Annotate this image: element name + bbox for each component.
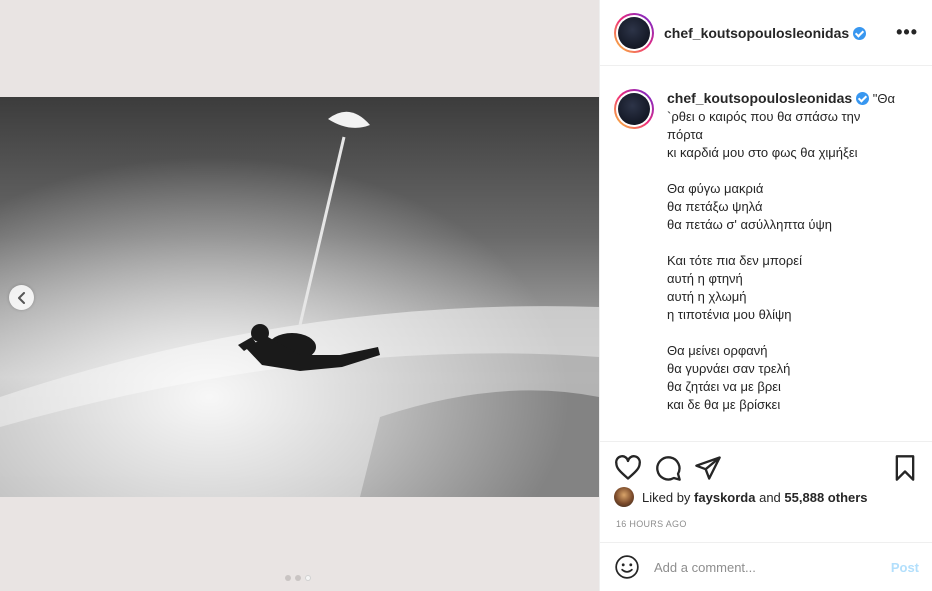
caption-line: θα ζητάει να με βρει	[667, 379, 781, 394]
caption-line: chef_koutsopoulosleonidas "Θα	[667, 90, 896, 106]
caption-line	[667, 324, 912, 342]
comment-icon[interactable]	[654, 454, 682, 482]
verified-badge-icon	[853, 26, 867, 40]
caption-line: αυτή η φτηνή	[667, 271, 743, 286]
previous-slide-button[interactable]	[9, 285, 34, 310]
smiley-icon[interactable]	[614, 554, 640, 580]
caption-line: κι καρδιά μου στο φως θα χιμήξει	[667, 145, 858, 160]
author-username-link[interactable]: chef_koutsopoulosleonidas	[664, 24, 867, 41]
caption-line: η τιποτένια μου θλίψη	[667, 307, 792, 322]
liker-username-link[interactable]: fayskorda	[694, 490, 755, 505]
caption-line: πόρτα	[667, 127, 703, 142]
caption-line: `ρθει ο καιρός που θα σπάσω την	[667, 109, 861, 124]
author-username: chef_koutsopoulosleonidas	[664, 24, 850, 41]
caption-line: θα γυρνάει σαν τρελή	[667, 361, 791, 376]
caption-section: chef_koutsopoulosleonidas "Θα `ρθει ο κα…	[600, 67, 932, 440]
avatar-image	[618, 93, 650, 125]
likes-count-link[interactable]: 55,888 others	[784, 490, 867, 505]
caption-line	[667, 234, 912, 252]
caption-line	[667, 162, 912, 180]
carousel-dot	[295, 575, 301, 581]
caption-author-avatar[interactable]	[614, 89, 654, 129]
post-side-panel: chef_koutsopoulosleonidas ••• chef_kouts…	[599, 0, 932, 591]
post-header: chef_koutsopoulosleonidas •••	[600, 0, 932, 66]
likes-prefix: Liked by	[642, 489, 691, 505]
caption-line: αυτή η χλωμή	[667, 289, 747, 304]
caption-line: και δε θα με βρίσκει	[667, 397, 781, 412]
post-comment-button[interactable]: Post	[891, 560, 919, 575]
avatar-image	[618, 16, 650, 49]
caption-line: θα πετάω σ' ασύλληπτα ύψη	[667, 217, 833, 232]
skydiving-photo[interactable]	[0, 97, 599, 497]
caption-line: θα πετάξω ψηλά	[667, 199, 763, 214]
comment-input[interactable]	[654, 559, 891, 575]
bookmark-icon[interactable]	[891, 454, 919, 482]
verified-badge-icon	[856, 92, 870, 105]
chevron-left-icon	[17, 291, 25, 304]
carousel-dot	[285, 575, 291, 581]
caption-line: Θα φύγω μακριά	[667, 181, 764, 196]
carousel-dot-active	[305, 575, 311, 581]
caption-line: Θα μείνει ορφανή	[667, 343, 768, 358]
likes-summary: Liked by fayskorda and 55,888 others	[614, 487, 868, 507]
caption-line: Και τότε πια δεν μπορεί	[667, 253, 802, 268]
post-actions	[600, 441, 932, 491]
photo-illustration	[0, 97, 599, 497]
paper-plane-icon[interactable]	[694, 454, 722, 482]
caption-text: chef_koutsopoulosleonidas "Θα `ρθει ο κα…	[667, 89, 912, 440]
author-avatar[interactable]	[614, 12, 654, 53]
heart-icon[interactable]	[614, 454, 642, 482]
more-options-button[interactable]: •••	[896, 22, 918, 43]
post-timestamp[interactable]: 16 HOURS AGO	[616, 519, 687, 529]
likes-joiner: and	[759, 489, 781, 505]
comment-bar: Post	[600, 542, 932, 591]
caption-username-link[interactable]: chef_koutsopoulosleonidas	[667, 90, 852, 106]
carousel-indicator	[285, 575, 311, 581]
liker-avatar[interactable]	[614, 487, 634, 507]
post-media	[0, 0, 599, 591]
